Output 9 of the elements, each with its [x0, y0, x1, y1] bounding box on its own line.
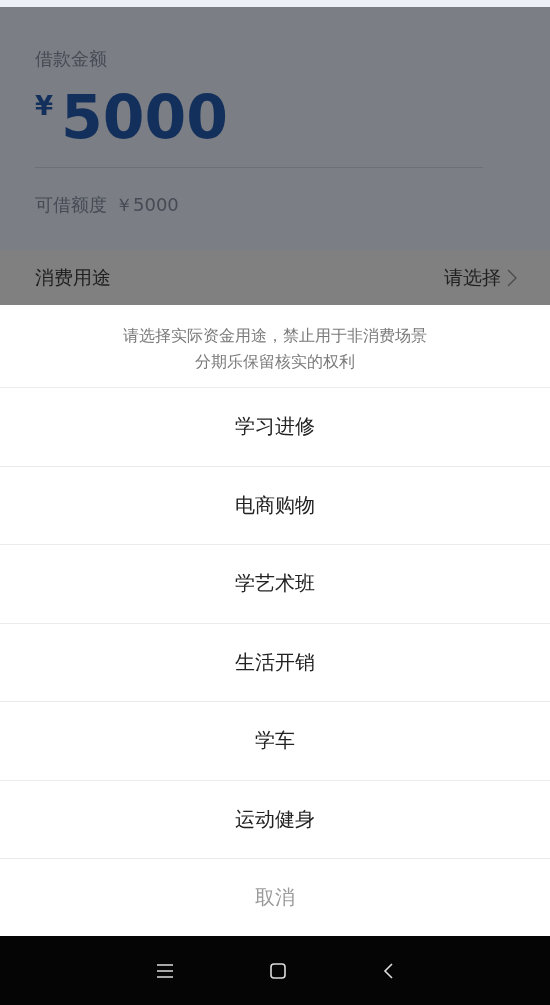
- purpose-label: 消费用途: [35, 264, 111, 290]
- purpose-value: 请选择: [444, 264, 501, 290]
- home-icon[interactable]: [270, 962, 286, 979]
- purpose-row[interactable]: 消费用途 请选择: [0, 250, 550, 305]
- back-icon[interactable]: [383, 962, 393, 979]
- menu-icon[interactable]: [157, 963, 173, 978]
- currency-symbol: ¥: [35, 91, 54, 121]
- chevron-right-icon: [507, 268, 517, 287]
- loan-amount: 5000: [61, 87, 229, 147]
